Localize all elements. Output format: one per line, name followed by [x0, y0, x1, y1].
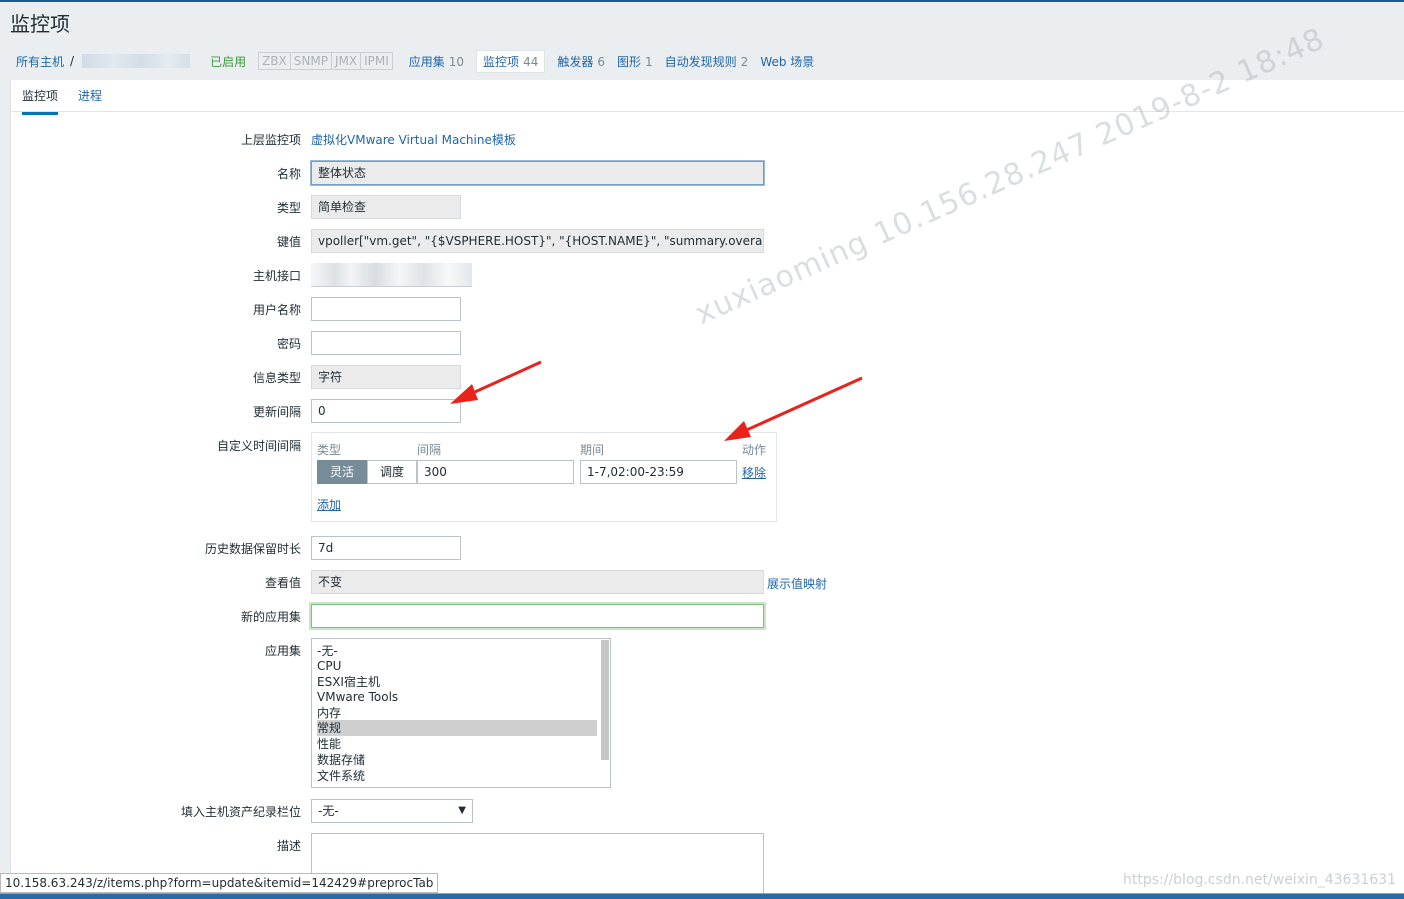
applications-listbox[interactable]: -无- CPU ESXI宿主机 VMware Tools 内存 常规 性能 数据… — [311, 638, 611, 788]
link-label: 图形 — [617, 54, 642, 69]
jmx-badge: JMX — [332, 53, 362, 69]
list-item-selected[interactable]: 常规 — [317, 720, 597, 736]
col-type-header: 类型 — [317, 443, 342, 457]
add-interval-link[interactable]: 添加 — [317, 496, 341, 513]
ipmi-badge: IPMI — [364, 54, 389, 68]
csdn-watermark: https://blog.csdn.net/weixin_43631631 — [1122, 872, 1396, 888]
list-item[interactable]: 数据存储 — [317, 752, 365, 768]
name-field[interactable]: 整体状态 — [311, 161, 764, 185]
link-label: 应用集 — [408, 54, 445, 69]
valuemap-label: 查看值 — [264, 576, 301, 590]
show-value-mappings-link[interactable]: 展示值映射 — [767, 575, 827, 592]
link-label: 触发器 — [557, 54, 594, 69]
info-type-field[interactable]: 字符 — [311, 365, 461, 389]
breadcrumb-discovery-rules[interactable]: 自动发现规则 2 — [659, 53, 755, 70]
tab-item[interactable]: 监控项 — [22, 87, 59, 115]
link-count: 44 — [523, 54, 539, 69]
list-item[interactable]: ESXI宿主机 — [317, 674, 380, 690]
type-label: 类型 — [276, 201, 301, 215]
host-status-enabled[interactable]: 已启用 — [204, 53, 252, 70]
breadcrumb-triggers[interactable]: 触发器 6 — [551, 53, 611, 70]
username-input[interactable] — [311, 297, 461, 321]
applications-label: 应用集 — [264, 644, 301, 658]
username-label: 用户名称 — [252, 303, 301, 317]
valuemap-field[interactable]: 不变 — [311, 570, 764, 594]
list-item[interactable]: CPU — [317, 658, 341, 674]
custom-intervals-table: 类型 间隔 期间 动作 灵活 调度 300 1-7,02:00-23:59 移除… — [311, 432, 777, 522]
breadcrumb-all-hosts[interactable]: 所有主机 — [10, 53, 70, 70]
new-application-label: 新的应用集 — [240, 610, 301, 624]
os-taskbar — [0, 893, 1404, 899]
tab-preprocessing[interactable]: 进程 — [78, 87, 102, 112]
link-label: 自动发现规则 — [664, 54, 737, 69]
period-input[interactable]: 1-7,02:00-23:59 — [580, 460, 737, 484]
password-input[interactable] — [311, 331, 461, 355]
description-label: 描述 — [276, 839, 301, 853]
list-item[interactable]: 内存 — [317, 705, 341, 721]
parent-item-link[interactable]: 虚拟化VMware Virtual Machine模板 — [311, 131, 516, 148]
snmp-badge: SNMP — [291, 53, 332, 69]
history-label: 历史数据保留时长 — [204, 542, 301, 556]
breadcrumb-web-scenarios[interactable]: Web 场景 — [754, 53, 820, 70]
inventory-field-select[interactable]: -无- ▼ — [311, 799, 473, 823]
list-item[interactable]: 文件系统 — [317, 768, 365, 784]
link-label: 监控项 — [483, 54, 520, 69]
update-interval-input[interactable]: 0 — [311, 399, 461, 423]
dropdown-arrow-icon: ▼ — [458, 805, 466, 816]
browser-status-url: 10.158.63.243/z/items.php?form=update&it… — [0, 873, 439, 893]
interval-input[interactable]: 300 — [417, 460, 574, 484]
col-period-header: 期间 — [580, 443, 605, 457]
custom-intervals-label: 自定义时间间隔 — [216, 439, 301, 453]
breadcrumb-host-name-redacted[interactable] — [82, 54, 191, 68]
name-label: 名称 — [276, 167, 301, 181]
list-item[interactable]: 性能 — [317, 736, 341, 752]
flexible-option[interactable]: 灵活 — [317, 460, 368, 484]
scheduling-option[interactable]: 调度 — [367, 460, 418, 484]
host-interface-redacted[interactable] — [311, 263, 472, 287]
link-count: 2 — [740, 54, 749, 69]
type-field[interactable]: 简单检查 — [311, 195, 461, 219]
col-action-header: 动作 — [742, 443, 767, 457]
interval-type-toggle: 灵活 调度 — [317, 460, 418, 484]
new-application-input[interactable] — [311, 604, 764, 628]
col-interval-header: 间隔 — [417, 443, 442, 457]
link-label: Web 场景 — [760, 54, 815, 69]
breadcrumb-separator: / — [70, 54, 75, 68]
top-accent-line — [0, 0, 1404, 2]
availability-badges: ZBX SNMP JMX IPMI — [258, 52, 393, 70]
host-interface-label: 主机接口 — [252, 269, 301, 283]
page-title: 监控项 — [10, 12, 70, 36]
zbx-badge: ZBX — [259, 53, 291, 69]
info-type-label: 信息类型 — [252, 371, 301, 385]
link-count: 10 — [448, 54, 465, 69]
list-item[interactable]: -无- — [317, 643, 338, 659]
history-input[interactable]: 7d — [311, 536, 461, 560]
link-count: 1 — [645, 54, 653, 69]
link-count: 6 — [597, 54, 605, 69]
parent-item-label: 上层监控项 — [240, 133, 301, 147]
remove-interval-link[interactable]: 移除 — [742, 464, 766, 481]
list-item[interactable]: VMware Tools — [317, 689, 398, 705]
inventory-selected-value: -无- — [318, 804, 339, 818]
password-label: 密码 — [276, 337, 301, 351]
key-field[interactable]: vpoller["vm.get", "{$VSPHERE.HOST}", "{H… — [311, 229, 764, 253]
breadcrumb-applications[interactable]: 应用集 10 — [403, 53, 470, 70]
breadcrumb-graphs[interactable]: 图形 1 — [611, 53, 659, 70]
listbox-scrollbar[interactable] — [601, 640, 609, 760]
update-interval-label: 更新间隔 — [252, 405, 301, 419]
breadcrumb: 所有主机 / 已启用 ZBX SNMP JMX IPMI 应用集 10 监控项 44… — [10, 48, 1404, 74]
key-label: 键值 — [276, 235, 301, 249]
breadcrumb-items[interactable]: 监控项 44 — [476, 49, 546, 73]
inventory-field-label: 填入主机资产纪录栏位 — [180, 805, 301, 819]
